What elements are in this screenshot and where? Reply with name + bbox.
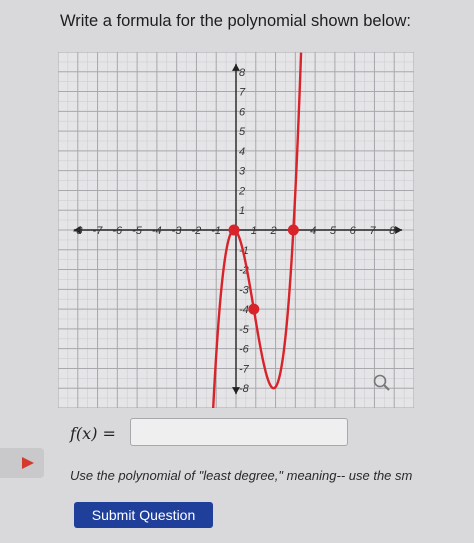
fx-label: f(x) = xyxy=(70,424,116,443)
graph-svg: -8-7-6-5-4-3-2-11234567887654321-1-2-3-4… xyxy=(58,52,414,408)
x-tick-label: 2 xyxy=(270,225,277,237)
marked-point xyxy=(228,224,240,236)
x-tick-label: 4 xyxy=(310,225,316,237)
x-tick-label: -1 xyxy=(211,225,221,237)
x-tick-label: 5 xyxy=(330,225,337,237)
y-tick-label: 5 xyxy=(239,126,246,138)
y-tick-label: -4 xyxy=(239,304,249,316)
x-tick-label: -6 xyxy=(112,225,123,237)
x-tick-label: 8 xyxy=(389,225,396,237)
y-tick-label: -5 xyxy=(239,324,250,336)
polynomial-graph: -8-7-6-5-4-3-2-11234567887654321-1-2-3-4… xyxy=(58,52,414,408)
y-tick-label: -3 xyxy=(239,284,250,296)
y-tick-label: 7 xyxy=(239,87,246,99)
x-axis-arrow-icon xyxy=(395,226,403,234)
y-tick-label: 1 xyxy=(239,205,245,217)
x-tick-label: -3 xyxy=(172,225,183,237)
y-tick-label: 3 xyxy=(239,166,246,178)
x-tick-label: -5 xyxy=(132,225,143,237)
magnifier-icon[interactable] xyxy=(372,373,392,398)
y-tick-label: 2 xyxy=(238,185,245,197)
x-tick-label: -2 xyxy=(191,225,201,237)
y-tick-label: 6 xyxy=(239,106,246,118)
y-tick-label: -7 xyxy=(239,363,250,375)
x-tick-label: 1 xyxy=(251,225,257,237)
x-tick-label: 7 xyxy=(369,225,376,237)
y-tick-label: -6 xyxy=(239,344,250,356)
y-tick-label: 8 xyxy=(239,67,246,79)
x-tick-label: -8 xyxy=(73,225,84,237)
y-tick-label: -8 xyxy=(239,383,250,395)
x-tick-label: -4 xyxy=(152,225,162,237)
hint-toggle[interactable] xyxy=(0,448,44,478)
play-arrow-icon xyxy=(22,457,34,469)
y-tick-label: 4 xyxy=(239,146,245,158)
marked-point xyxy=(287,224,299,236)
submit-question-button[interactable]: Submit Question xyxy=(74,502,213,528)
answer-input[interactable] xyxy=(130,418,348,446)
hint-text: Use the polynomial of "least degree," me… xyxy=(70,468,413,483)
question-title: Write a formula for the polynomial shown… xyxy=(60,12,411,30)
x-tick-label: 6 xyxy=(350,225,357,237)
marked-point xyxy=(248,303,260,315)
x-tick-label: -7 xyxy=(93,225,104,237)
